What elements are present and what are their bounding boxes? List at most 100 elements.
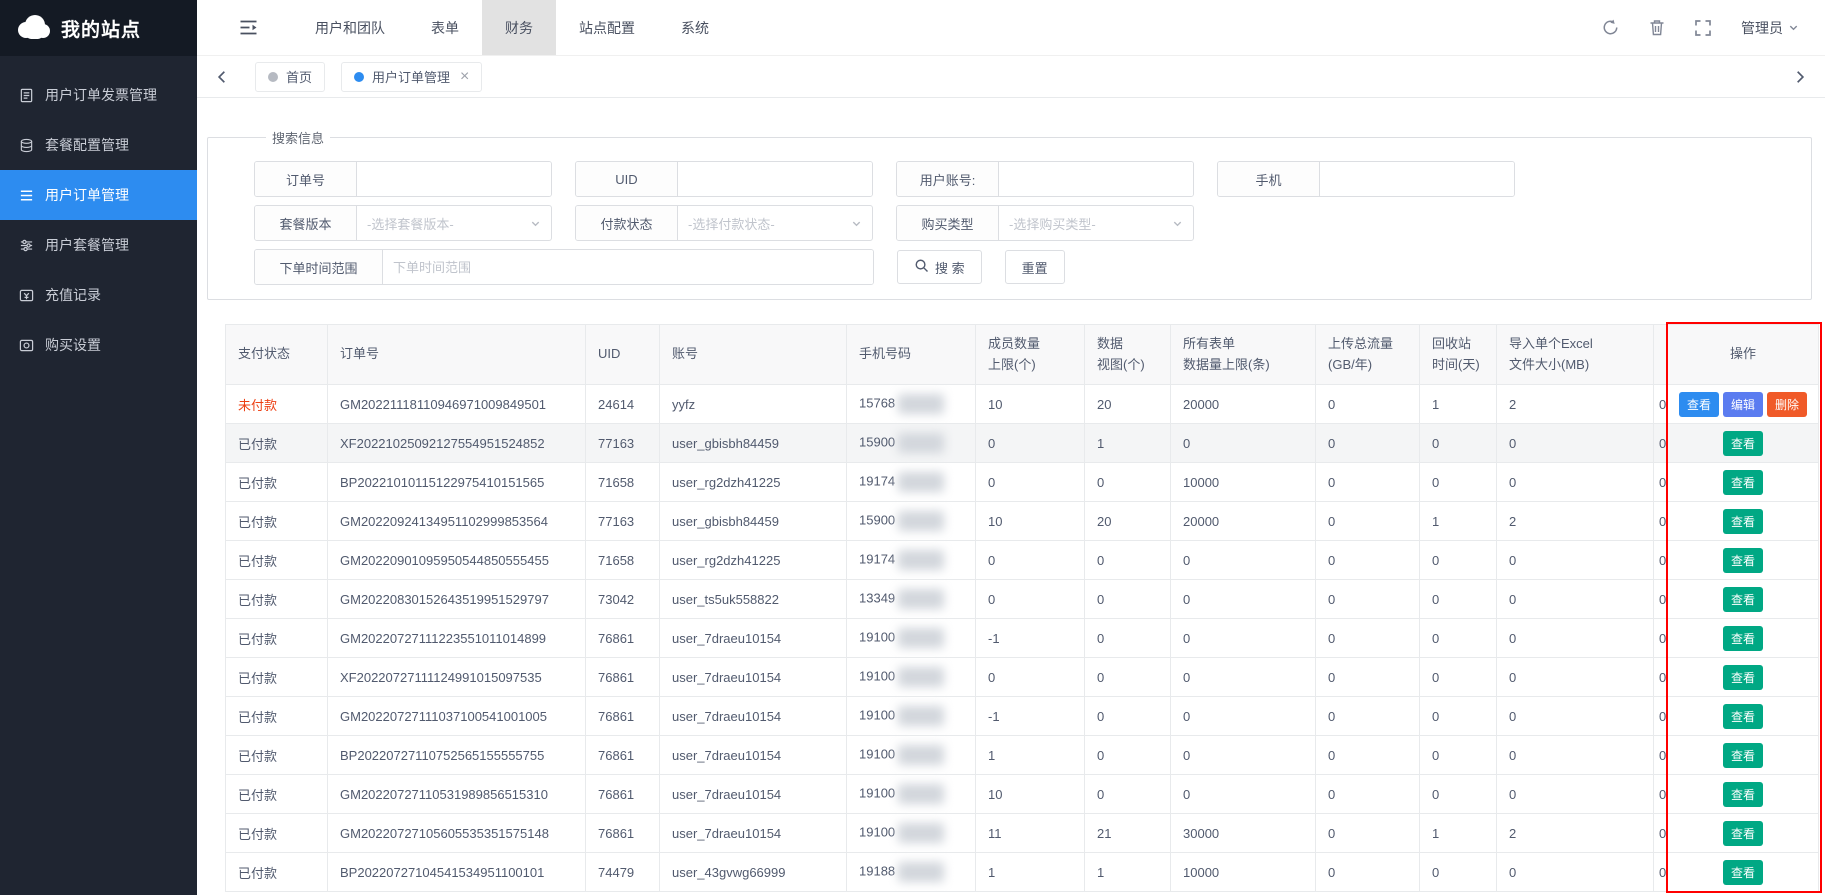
recycle-days-cell: 0: [1420, 541, 1497, 580]
admin-user-menu[interactable]: 管理员: [1741, 18, 1799, 38]
search-field-input[interactable]: [678, 162, 872, 196]
view-button[interactable]: 查看: [1723, 626, 1763, 651]
search-button[interactable]: 搜 索: [897, 250, 982, 284]
order-row-6: 已付款GM2022083015264351995152979773042user…: [226, 580, 1819, 619]
col-header-7: 数据 视图(个): [1085, 325, 1171, 385]
order-no-cell: GM20220727111223551011014899: [328, 619, 586, 658]
sidebar-item-2[interactable]: 套餐配置管理: [0, 120, 197, 170]
package-icon: [19, 138, 34, 153]
topnav-item-3[interactable]: 财务: [482, 0, 556, 55]
search-panel-legend: 搜索信息: [266, 128, 330, 147]
fullscreen-icon[interactable]: [1695, 20, 1711, 36]
phone-cell: 15900: [847, 502, 976, 541]
topnav-item-1[interactable]: 用户和团队: [292, 0, 408, 55]
upload-traffic-cell: 0: [1316, 385, 1420, 424]
col-header-8: 所有表单 数据量上限(条): [1171, 325, 1316, 385]
recycle-days-cell: 0: [1420, 736, 1497, 775]
view-button[interactable]: 查看: [1723, 470, 1763, 495]
order-no-cell: GM20220727111037100541001005: [328, 697, 586, 736]
excel-size-cell: 0: [1497, 463, 1654, 502]
form-data-limit-cell: 10000: [1171, 853, 1316, 892]
invoice-icon: [19, 88, 34, 103]
tab-close-icon[interactable]: ×: [460, 69, 469, 85]
phone-visible-digits: 19100: [859, 668, 895, 683]
search-field-input[interactable]: [1320, 162, 1514, 196]
col-header-4: 账号: [660, 325, 847, 385]
orders-table: 支付状态订单号UID账号手机号码成员数量 上限(个)数据 视图(个)所有表单 数…: [225, 324, 1819, 892]
data-views-cell: 0: [1085, 541, 1171, 580]
view-button[interactable]: 查看: [1723, 665, 1763, 690]
uid-cell: 77163: [586, 502, 660, 541]
order-no-cell: XF20220727111124991015097535: [328, 658, 586, 697]
view-button[interactable]: 查看: [1723, 509, 1763, 534]
reset-button[interactable]: 重置: [1005, 250, 1065, 284]
edit-button[interactable]: 编辑: [1723, 392, 1763, 417]
upload-traffic-cell: 0: [1316, 775, 1420, 814]
phone-visible-digits: 19100: [859, 707, 895, 722]
sidebar-item-3[interactable]: 用户订单管理: [0, 170, 197, 220]
form-data-limit-cell: 0: [1171, 775, 1316, 814]
member-limit-cell: 0: [976, 463, 1085, 502]
search-select-2[interactable]: 付款状态-选择付款状态-: [575, 205, 873, 241]
col-header-1: 支付状态: [226, 325, 328, 385]
upload-traffic-cell: 0: [1316, 736, 1420, 775]
excel-size-cell: 0: [1497, 619, 1654, 658]
search-select-1[interactable]: 套餐版本-选择套餐版本-: [254, 205, 552, 241]
col-header-9: 上传总流量 (GB/年): [1316, 325, 1420, 385]
search-field-input[interactable]: [999, 162, 1193, 196]
actions-cell: 查看编辑删除: [1668, 385, 1819, 424]
col-header-2: 订单号: [328, 325, 586, 385]
view-button[interactable]: 查看: [1723, 704, 1763, 729]
sidebar-item-5[interactable]: 充值记录: [0, 270, 197, 320]
topnav-item-5[interactable]: 系统: [658, 0, 732, 55]
topnav-item-4[interactable]: 站点配置: [556, 0, 658, 55]
recycle-days-cell: 0: [1420, 853, 1497, 892]
view-button[interactable]: 查看: [1723, 548, 1763, 573]
recycle-days-cell: 1: [1420, 385, 1497, 424]
view-button[interactable]: 查看: [1723, 782, 1763, 807]
sidebar-menu: 用户订单发票管理套餐配置管理用户订单管理用户套餐管理充值记录购买设置: [0, 56, 197, 370]
upload-traffic-cell: 0: [1316, 424, 1420, 463]
account-cell: yyfz: [660, 385, 847, 424]
phone-visible-digits: 15900: [859, 434, 895, 449]
search-field-label: 订单号: [255, 162, 357, 196]
clipped-column-cell: 0: [1654, 541, 1668, 580]
table-header-row: 支付状态订单号UID账号手机号码成员数量 上限(个)数据 视图(个)所有表单 数…: [226, 325, 1819, 385]
chevron-left-icon[interactable]: [213, 70, 231, 84]
col-header-3: UID: [586, 325, 660, 385]
view-button[interactable]: 查看: [1723, 821, 1763, 846]
trash-icon[interactable]: [1649, 19, 1665, 36]
sidebar-item-4[interactable]: 用户套餐管理: [0, 220, 197, 270]
search-field-2: UID: [575, 161, 873, 197]
phone-visible-digits: 19100: [859, 746, 895, 761]
pay-status-cell: 已付款: [226, 502, 328, 541]
refresh-icon[interactable]: [1602, 19, 1619, 36]
page-tab-2[interactable]: 用户订单管理×: [341, 62, 482, 92]
top-navbar: 用户和团队表单财务站点配置系统 管理员: [197, 0, 1825, 56]
topnav-item-2[interactable]: 表单: [408, 0, 482, 55]
search-select-3[interactable]: 购买类型-选择购买类型-: [896, 205, 1194, 241]
search-field-input[interactable]: [357, 162, 551, 196]
phone-visible-digits: 15900: [859, 512, 895, 527]
view-button[interactable]: 查看: [1723, 860, 1763, 885]
sidebar: 我的站点 用户订单发票管理套餐配置管理用户订单管理用户套餐管理充值记录购买设置: [0, 0, 197, 895]
page-tab-1[interactable]: 首页: [255, 62, 325, 92]
pay-status-cell: 未付款: [226, 385, 328, 424]
delete-button[interactable]: 删除: [1767, 392, 1807, 417]
recycle-days-cell: 0: [1420, 775, 1497, 814]
phone-redaction-blur: [898, 628, 944, 648]
view-button[interactable]: 查看: [1723, 743, 1763, 768]
site-logo[interactable]: 我的站点: [0, 0, 197, 56]
recycle-days-cell: 1: [1420, 502, 1497, 541]
chevron-right-icon[interactable]: [1791, 70, 1809, 84]
sidebar-item-1[interactable]: 用户订单发票管理: [0, 70, 197, 120]
col-header-10: 回收站 时间(天): [1420, 325, 1497, 385]
date-range-input[interactable]: [383, 250, 873, 284]
phone-cell: 13349: [847, 580, 976, 619]
view-button[interactable]: 查看: [1723, 431, 1763, 456]
menu-collapse-icon[interactable]: [239, 19, 258, 36]
view-blue-button[interactable]: 查看: [1679, 392, 1719, 417]
view-button[interactable]: 查看: [1723, 587, 1763, 612]
sidebar-item-6[interactable]: 购买设置: [0, 320, 197, 370]
phone-redaction-blur: [898, 511, 944, 531]
